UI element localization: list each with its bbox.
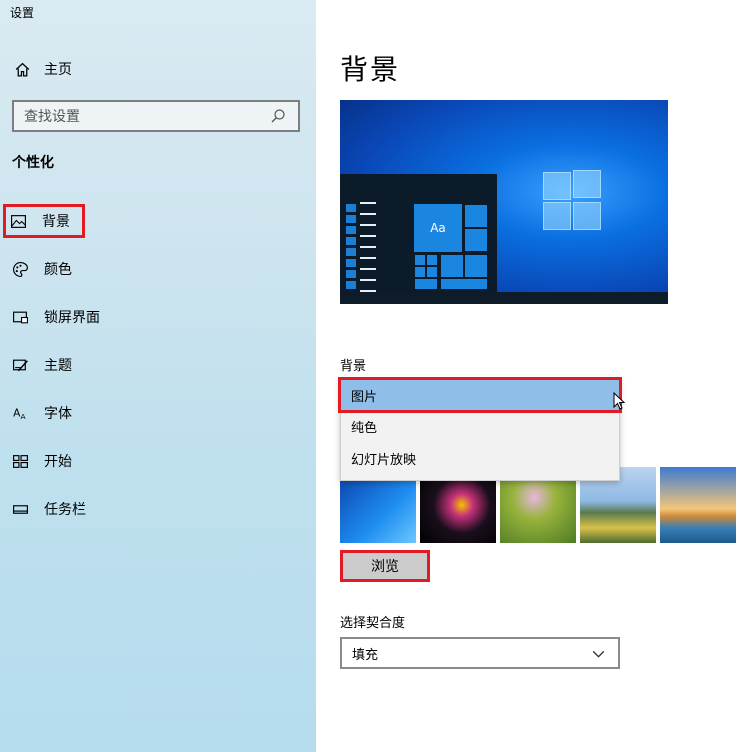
- search-input[interactable]: 查找设置: [12, 100, 300, 132]
- sidebar-item-label: 锁屏界面: [44, 310, 100, 326]
- section-title: 个性化: [12, 155, 54, 171]
- search-placeholder: 查找设置: [24, 109, 80, 125]
- fit-select[interactable]: 填充: [340, 637, 620, 669]
- preview-tile-text: Aa: [414, 204, 462, 252]
- sidebar-item-label: 颜色: [44, 262, 72, 278]
- background-label: 背景: [340, 359, 367, 374]
- start-icon: [10, 451, 30, 471]
- lock-screen-icon: [10, 307, 30, 327]
- sidebar-item-label: 主题: [44, 358, 72, 374]
- sidebar-item-label: 开始: [44, 454, 72, 470]
- search-icon[interactable]: [268, 106, 288, 126]
- browse-button[interactable]: 浏览: [340, 550, 430, 582]
- sidebar: 设置 主页 查找设置 个性化 背景 颜色 锁屏界面 主题 A A 字体 开始 任…: [0, 0, 316, 752]
- sidebar-item-lock-screen[interactable]: 锁屏界面: [10, 305, 100, 329]
- dropdown-option-solid-color[interactable]: 纯色: [341, 410, 619, 442]
- background-type-dropdown[interactable]: 图片 纯色 幻灯片放映: [338, 377, 626, 481]
- sidebar-item-taskbar[interactable]: 任务栏: [10, 497, 86, 521]
- sidebar-item-fonts[interactable]: AA 字体: [10, 401, 72, 425]
- option-label: 纯色: [351, 420, 378, 436]
- dropdown-option-slideshow[interactable]: 幻灯片放映: [341, 442, 619, 474]
- taskbar-icon: [10, 499, 30, 519]
- sidebar-item-label: 背景: [42, 214, 70, 230]
- page-title: 背景: [340, 53, 401, 86]
- start-menu-preview: Aa: [340, 174, 497, 292]
- sidebar-item-background[interactable]: 背景: [3, 204, 85, 238]
- home-icon: [12, 59, 32, 79]
- mouse-cursor-icon: [613, 391, 626, 414]
- chevron-down-icon: [588, 643, 608, 663]
- recent-image-thumbnail[interactable]: [660, 467, 736, 543]
- theme-icon: [10, 355, 30, 375]
- picture-icon: [8, 211, 28, 231]
- windows-logo: [543, 170, 603, 232]
- font-icon: AA: [10, 403, 30, 423]
- sidebar-item-label: 任务栏: [44, 502, 86, 518]
- home-link[interactable]: 主页: [12, 58, 72, 80]
- sidebar-item-label: 字体: [44, 406, 72, 422]
- desktop-preview: Aa: [340, 100, 668, 304]
- home-label: 主页: [44, 62, 72, 78]
- svg-text:A: A: [20, 411, 26, 420]
- fit-select-value: 填充: [352, 647, 379, 663]
- app-title: 设置: [10, 6, 35, 20]
- sidebar-item-colors[interactable]: 颜色: [10, 257, 72, 281]
- taskbar-preview: [340, 292, 668, 304]
- option-label: 图片: [351, 389, 378, 405]
- option-label: 幻灯片放映: [351, 452, 417, 468]
- dropdown-option-picture[interactable]: 图片: [338, 377, 626, 413]
- sidebar-item-start[interactable]: 开始: [10, 449, 72, 473]
- fit-label: 选择契合度: [340, 616, 406, 631]
- sidebar-item-theme[interactable]: 主题: [10, 353, 72, 377]
- palette-icon: [10, 259, 30, 279]
